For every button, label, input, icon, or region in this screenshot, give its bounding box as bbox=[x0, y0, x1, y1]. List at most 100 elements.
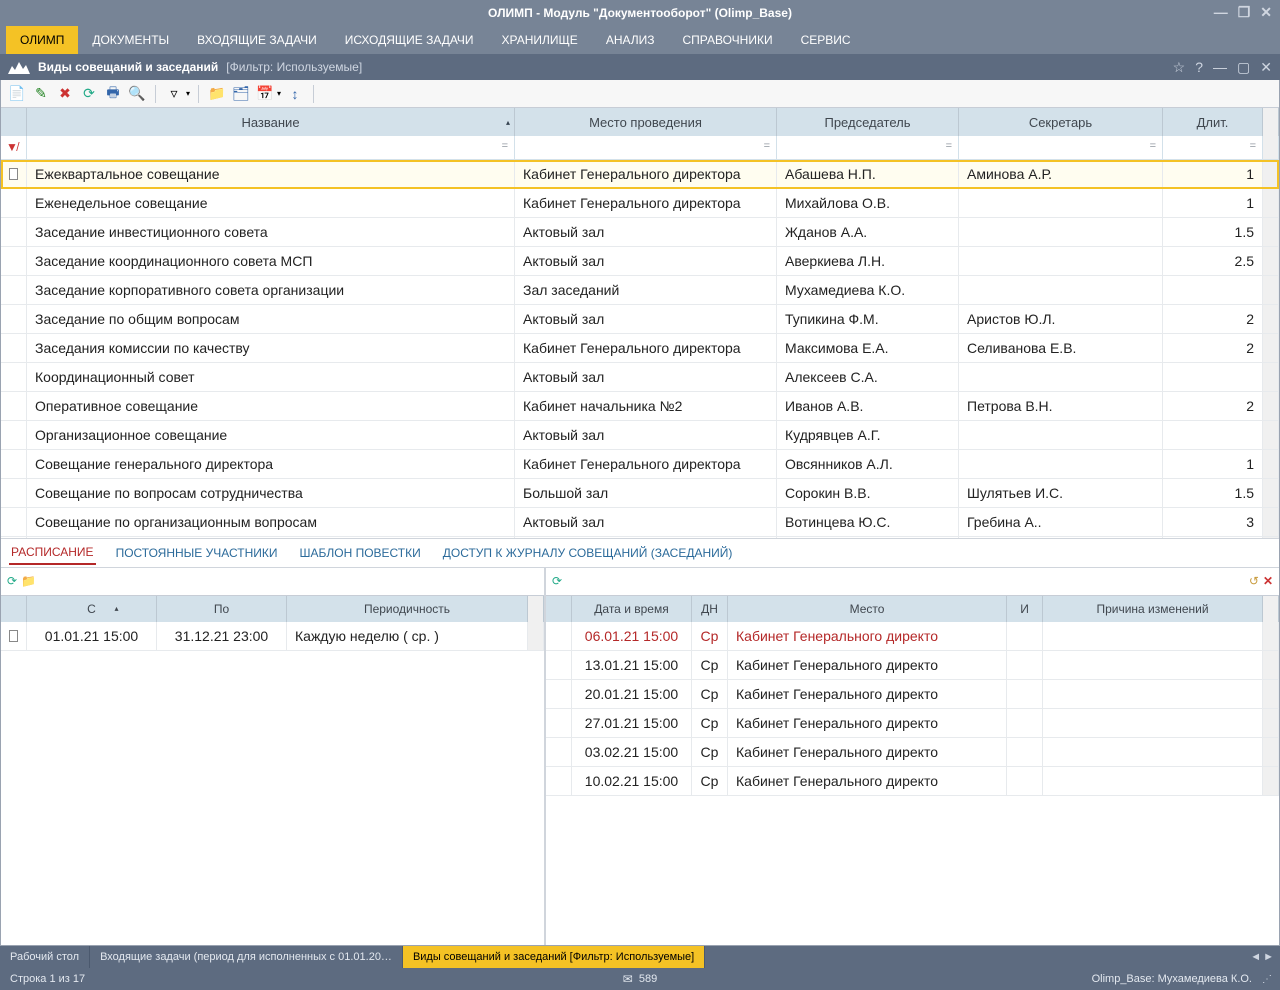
schedule-header-from[interactable]: С▴ bbox=[27, 596, 157, 622]
close-icon[interactable]: ✕ bbox=[1260, 4, 1272, 21]
search-icon[interactable]: 🔍 bbox=[127, 84, 147, 104]
detail-tab-1[interactable]: ПОСТОЯННЫЕ УЧАСТНИКИ bbox=[114, 542, 280, 564]
menu-item-6[interactable]: СПРАВОЧНИКИ bbox=[669, 26, 787, 54]
instance-row[interactable]: 03.02.21 15:00СрКабинет Генерального дир… bbox=[546, 738, 1279, 767]
scrollbar-track[interactable] bbox=[1263, 450, 1279, 478]
instances-header-daynum[interactable]: ДН bbox=[692, 596, 728, 622]
window-tab-2[interactable]: Виды совещаний и заседаний [Фильтр: Испо… bbox=[403, 946, 705, 968]
chevron-right-icon[interactable]: ► bbox=[1263, 951, 1274, 963]
scrollbar-track[interactable] bbox=[1263, 305, 1279, 333]
row-checkbox[interactable] bbox=[1, 363, 27, 391]
grid-header-secretary[interactable]: Секретарь bbox=[959, 108, 1163, 136]
row-checkbox[interactable] bbox=[546, 680, 572, 708]
scrollbar-track[interactable] bbox=[1263, 160, 1279, 188]
panel-maximize-icon[interactable]: ▢ bbox=[1237, 59, 1250, 76]
scrollbar-track[interactable] bbox=[1263, 392, 1279, 420]
instances-header-checkbox[interactable] bbox=[546, 596, 572, 622]
refresh-icon[interactable]: ⟳ bbox=[79, 84, 99, 104]
delete-icon[interactable]: ✖ bbox=[55, 84, 75, 104]
scrollbar-track[interactable] bbox=[1263, 767, 1279, 795]
schedule-header-to[interactable]: По bbox=[157, 596, 287, 622]
table-row[interactable]: Заседание корпоративного совета организа… bbox=[1, 276, 1279, 305]
table-row[interactable]: Координационный советАктовый залАлексеев… bbox=[1, 363, 1279, 392]
grid-header-chair[interactable]: Председатель bbox=[777, 108, 959, 136]
table-row[interactable]: Совещание по организационным вопросамАкт… bbox=[1, 508, 1279, 537]
scrollbar-track[interactable] bbox=[528, 622, 544, 650]
row-checkbox[interactable] bbox=[1, 479, 27, 507]
menu-item-4[interactable]: ХРАНИЛИЩЕ bbox=[488, 26, 592, 54]
detail-tab-0[interactable]: РАСПИСАНИЕ bbox=[9, 541, 96, 565]
row-checkbox[interactable] bbox=[1, 160, 27, 188]
scrollbar-track[interactable] bbox=[1263, 622, 1279, 650]
instances-header-reason[interactable]: Причина изменений bbox=[1043, 596, 1263, 622]
scrollbar-track[interactable] bbox=[1263, 421, 1279, 449]
instance-row[interactable]: 13.01.21 15:00СрКабинет Генерального дир… bbox=[546, 651, 1279, 680]
table-row[interactable]: Заседания комиссии по качествуКабинет Ге… bbox=[1, 334, 1279, 363]
table-row[interactable]: Организационное совещаниеАктовый залКудр… bbox=[1, 421, 1279, 450]
calendar-icon[interactable]: 📅 bbox=[255, 84, 275, 104]
minimize-icon[interactable]: ― bbox=[1214, 4, 1228, 21]
schedule-header-checkbox[interactable] bbox=[1, 596, 27, 622]
row-checkbox[interactable] bbox=[1, 305, 27, 333]
grid-header-checkbox[interactable] bbox=[1, 108, 27, 136]
detail-tab-2[interactable]: ШАБЛОН ПОВЕСТКИ bbox=[297, 542, 422, 564]
delete-icon[interactable]: ✕ bbox=[1263, 574, 1273, 588]
table-row[interactable]: Ежеквартальное совещаниеКабинет Генераль… bbox=[1, 160, 1279, 189]
instance-row[interactable]: 06.01.21 15:00СрКабинет Генерального дир… bbox=[546, 622, 1279, 651]
resize-grip-icon[interactable]: ⋰ bbox=[1262, 974, 1270, 985]
panel-minimize-icon[interactable]: ― bbox=[1213, 59, 1227, 76]
grid-header-name[interactable]: Название▴ bbox=[27, 108, 515, 136]
row-checkbox[interactable] bbox=[546, 622, 572, 650]
status-mail[interactable]: ✉ 589 bbox=[623, 972, 657, 986]
print-icon[interactable]: 🖶 bbox=[103, 84, 123, 104]
menu-item-5[interactable]: АНАЛИЗ bbox=[592, 26, 669, 54]
chevron-down-icon[interactable]: ▾ bbox=[277, 89, 281, 98]
filter-name[interactable]: = bbox=[27, 136, 515, 159]
folder-icon[interactable]: 📁 bbox=[21, 574, 36, 588]
sort-icon[interactable]: ↕ bbox=[285, 84, 305, 104]
instances-header-place[interactable]: Место bbox=[728, 596, 1007, 622]
row-checkbox[interactable] bbox=[1, 392, 27, 420]
instance-row[interactable]: 27.01.21 15:00СрКабинет Генерального дир… bbox=[546, 709, 1279, 738]
window-tab-0[interactable]: Рабочий стол bbox=[0, 946, 90, 968]
clear-filter-button[interactable]: ▼̸ bbox=[1, 136, 27, 159]
menu-item-1[interactable]: ДОКУМЕНТЫ bbox=[78, 26, 183, 54]
instances-header-i[interactable]: И bbox=[1007, 596, 1043, 622]
maximize-icon[interactable]: ❐ bbox=[1238, 4, 1251, 21]
menu-item-3[interactable]: ИСХОДЯЩИЕ ЗАДАЧИ bbox=[331, 26, 488, 54]
row-checkbox[interactable] bbox=[1, 334, 27, 362]
scrollbar-track[interactable] bbox=[1263, 334, 1279, 362]
row-checkbox[interactable] bbox=[1, 247, 27, 275]
row-checkbox[interactable] bbox=[546, 651, 572, 679]
table-row[interactable]: Заседание по общим вопросамАктовый залТу… bbox=[1, 305, 1279, 334]
filter-secretary[interactable]: = bbox=[959, 136, 1163, 159]
edit-icon[interactable]: ✎ bbox=[31, 84, 51, 104]
menu-item-7[interactable]: СЕРВИС bbox=[787, 26, 865, 54]
menu-item-0[interactable]: ОЛИМП bbox=[6, 26, 78, 54]
instance-row[interactable]: 10.02.21 15:00СрКабинет Генерального дир… bbox=[546, 767, 1279, 796]
history-icon[interactable]: ↺ bbox=[1249, 574, 1259, 588]
row-checkbox[interactable] bbox=[1, 508, 27, 536]
row-checkbox[interactable] bbox=[1, 276, 27, 304]
tree-icon[interactable]: 🗂 bbox=[231, 84, 251, 104]
scrollbar-track[interactable] bbox=[1263, 136, 1279, 159]
scrollbar-track[interactable] bbox=[1263, 680, 1279, 708]
grid-header-duration[interactable]: Длит. bbox=[1163, 108, 1263, 136]
table-row[interactable]: Еженедельное совещаниеКабинет Генерально… bbox=[1, 189, 1279, 218]
row-checkbox[interactable] bbox=[546, 709, 572, 737]
row-checkbox[interactable] bbox=[1, 622, 27, 650]
chevron-left-icon[interactable]: ◄ bbox=[1250, 951, 1261, 963]
scrollbar-track[interactable] bbox=[1263, 276, 1279, 304]
scrollbar-track[interactable] bbox=[1263, 363, 1279, 391]
filter-place[interactable]: = bbox=[515, 136, 777, 159]
window-tab-1[interactable]: Входящие задачи (период для исполненных … bbox=[90, 946, 403, 968]
panel-close-icon[interactable]: ✕ bbox=[1260, 59, 1272, 76]
table-row[interactable]: Совещание генерального директораКабинет … bbox=[1, 450, 1279, 479]
scrollbar-track[interactable] bbox=[1263, 247, 1279, 275]
filter-chair[interactable]: = bbox=[777, 136, 959, 159]
row-checkbox[interactable] bbox=[1, 189, 27, 217]
row-checkbox[interactable] bbox=[546, 738, 572, 766]
refresh-icon[interactable]: ⟳ bbox=[7, 574, 17, 588]
schedule-header-period[interactable]: Периодичность bbox=[287, 596, 528, 622]
scrollbar-track[interactable] bbox=[1263, 738, 1279, 766]
